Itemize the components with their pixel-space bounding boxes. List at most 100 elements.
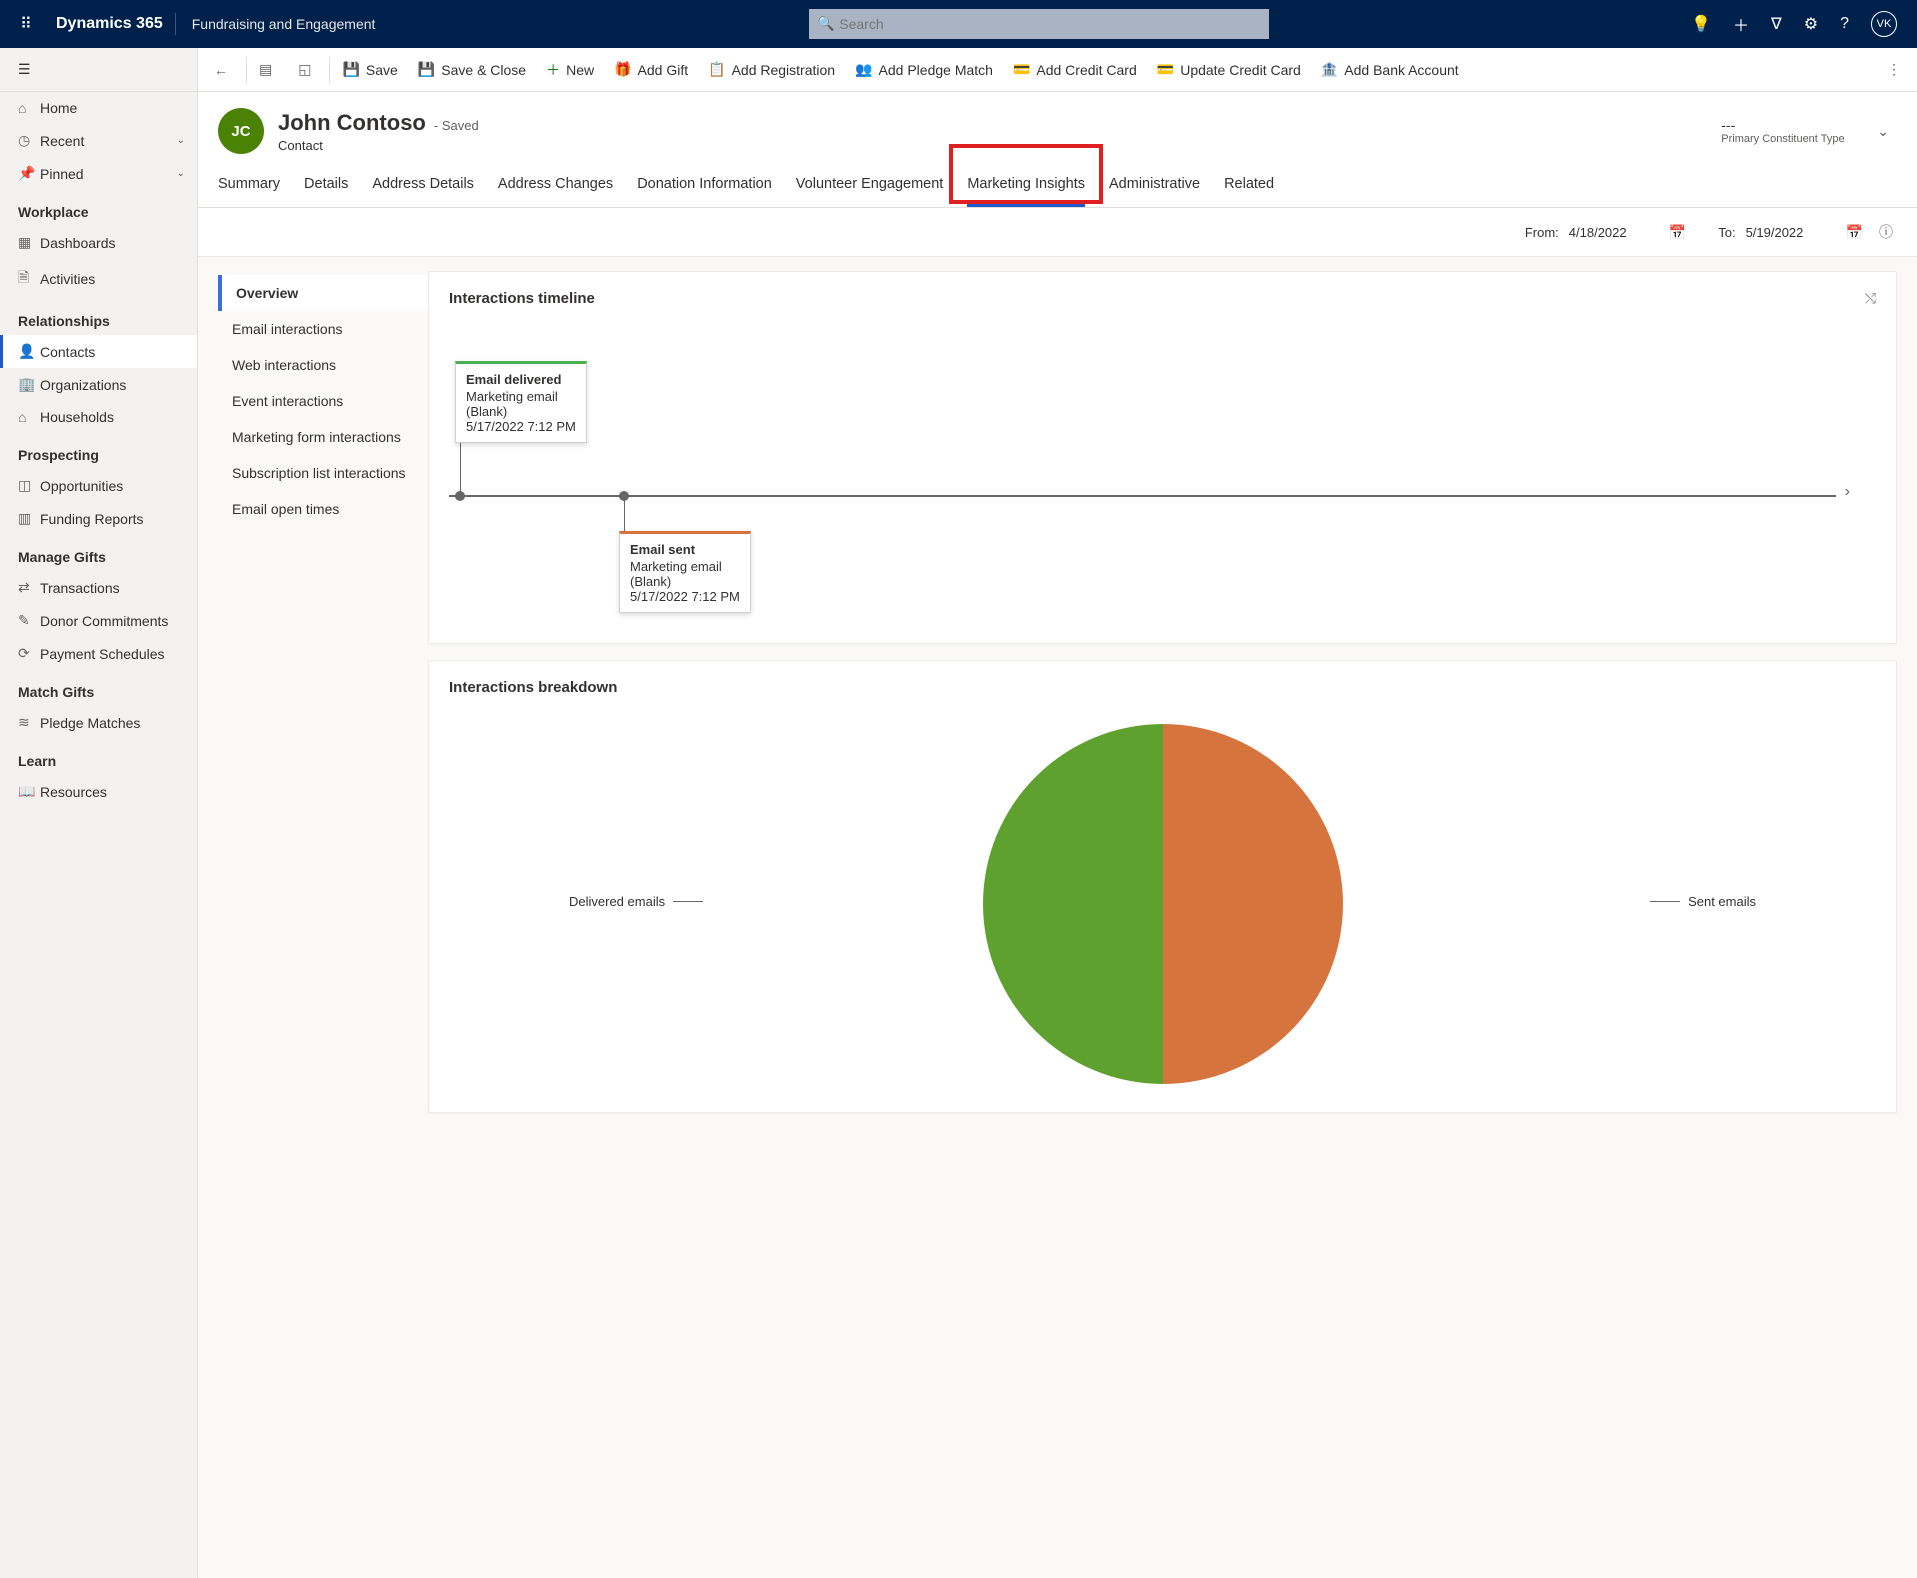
nav-donor-commitments[interactable]: ✎Donor Commitments [0, 604, 197, 637]
help-icon[interactable]: ? [1840, 15, 1849, 33]
dashboard-icon: ▦ [18, 234, 40, 251]
tab-administrative[interactable]: Administrative [1109, 170, 1200, 207]
nav-organizations[interactable]: 🏢Organizations [0, 368, 197, 401]
nav-label: Contacts [40, 344, 95, 360]
tl-event-title: Email delivered [466, 372, 576, 387]
tab-address-details[interactable]: Address Details [372, 170, 474, 207]
nav-households[interactable]: ⌂Households [0, 401, 197, 433]
app-launcher-icon[interactable]: ⠿ [8, 14, 44, 34]
search-icon: 🔍 [817, 15, 834, 32]
nav-transactions[interactable]: ⇄Transactions [0, 571, 197, 604]
add-pledge-match-button[interactable]: 👥Add Pledge Match [845, 48, 1003, 92]
save-close-button[interactable]: 💾Save & Close [408, 48, 536, 92]
nav-label: Recent [40, 133, 84, 149]
calendar-icon[interactable]: 📅 [1846, 224, 1863, 241]
primary-constituent-type-field[interactable]: --- Primary Constituent Type [1721, 117, 1861, 145]
nav-label: Resources [40, 784, 107, 800]
nav-payment-schedules[interactable]: ⟳Payment Schedules [0, 637, 197, 670]
lightbulb-icon[interactable]: 💡 [1691, 14, 1711, 34]
to-date-value[interactable]: 5/19/2022 [1746, 225, 1836, 240]
calendar-icon[interactable]: 📅 [1669, 224, 1686, 241]
timeline-next-button[interactable]: › [1845, 483, 1850, 501]
nav-label: Dashboards [40, 235, 116, 251]
tl-event-line: Marketing email [466, 389, 576, 404]
nav-heading-prospecting: Prospecting [0, 433, 197, 469]
tab-details[interactable]: Details [304, 170, 348, 207]
subnav-event-interactions[interactable]: Event interactions [218, 383, 428, 419]
subnav-marketing-form-interactions[interactable]: Marketing form interactions [218, 419, 428, 455]
brand-name[interactable]: Dynamics 365 [44, 15, 175, 33]
tl-event-line: Marketing email [630, 559, 740, 574]
tab-related[interactable]: Related [1224, 170, 1274, 207]
cb-label: Add Gift [638, 62, 689, 78]
cb-label: New [566, 62, 594, 78]
tab-address-changes[interactable]: Address Changes [498, 170, 613, 207]
pie-chart [983, 724, 1343, 1084]
shuffle-icon[interactable]: ⤭ [1865, 290, 1876, 307]
record-list-button[interactable]: ▤ [249, 48, 288, 92]
nav-opportunities[interactable]: ◫Opportunities [0, 469, 197, 502]
recent-icon: ◷ [18, 132, 40, 149]
nav-contacts[interactable]: 👤Contacts [0, 335, 197, 368]
insight-subnav: Overview Email interactions Web interact… [218, 257, 428, 1113]
add-credit-card-button[interactable]: 💳Add Credit Card [1003, 48, 1147, 92]
clipboard-icon: 📋 [708, 61, 725, 78]
new-button[interactable]: ＋New [536, 48, 604, 92]
update-credit-card-button[interactable]: 💳Update Credit Card [1147, 48, 1311, 92]
record-avatar: JC [218, 108, 264, 154]
back-button[interactable]: ← [204, 48, 244, 92]
subnav-web-interactions[interactable]: Web interactions [218, 347, 428, 383]
saved-indicator: - Saved [434, 118, 479, 133]
more-commands-button[interactable]: ⋮ [1877, 61, 1911, 78]
nav-label: Households [40, 409, 114, 425]
nav-label: Organizations [40, 377, 126, 393]
nav-activities[interactable]: 🗎Activities [0, 259, 197, 299]
module-name[interactable]: Fundraising and Engagement [180, 16, 388, 32]
timeline-connector [624, 497, 625, 533]
nav-recent[interactable]: ◷Recent⌄ [0, 124, 197, 157]
nav-funding-reports[interactable]: ▥Funding Reports [0, 502, 197, 535]
subnav-email-open-times[interactable]: Email open times [218, 491, 428, 527]
hamburger-button[interactable]: ☰ [0, 48, 197, 92]
timeline-event-delivered[interactable]: Email delivered Marketing email (Blank) … [455, 361, 587, 443]
save-button[interactable]: 💾Save [332, 48, 407, 92]
nav-resources[interactable]: 📖Resources [0, 775, 197, 808]
add-bank-account-button[interactable]: 🏦Add Bank Account [1311, 48, 1469, 92]
tab-volunteer-engagement[interactable]: Volunteer Engagement [796, 170, 944, 207]
settings-icon[interactable]: ⚙ [1804, 14, 1818, 34]
global-search-input[interactable] [809, 9, 1269, 39]
nav-label: Payment Schedules [40, 646, 165, 662]
timeline-event-sent[interactable]: Email sent Marketing email (Blank) 5/17/… [619, 531, 751, 613]
info-icon[interactable]: ⓘ [1879, 222, 1893, 242]
left-nav: ☰ ⌂Home ◷Recent⌄ 📌Pinned⌄ Workplace ▦Das… [0, 48, 198, 1578]
from-label: From: [1525, 225, 1559, 240]
tl-event-ts: 5/17/2022 7:12 PM [466, 419, 576, 434]
card-icon: 💳 [1013, 61, 1030, 78]
people-icon: 👥 [855, 61, 872, 78]
to-label: To: [1718, 225, 1735, 240]
nav-pledge-matches[interactable]: ≋Pledge Matches [0, 706, 197, 739]
filter-icon[interactable]: ∇ [1771, 14, 1782, 34]
subnav-email-interactions[interactable]: Email interactions [218, 311, 428, 347]
add-icon[interactable]: ＋ [1733, 12, 1749, 36]
user-avatar[interactable]: VK [1871, 11, 1897, 37]
tab-marketing-insights[interactable]: Marketing Insights [967, 170, 1085, 207]
home-icon: ⌂ [18, 100, 40, 116]
tab-summary[interactable]: Summary [218, 170, 280, 207]
nav-dashboards[interactable]: ▦Dashboards [0, 226, 197, 259]
subnav-subscription-list-interactions[interactable]: Subscription list interactions [218, 455, 428, 491]
add-registration-button[interactable]: 📋Add Registration [698, 48, 845, 92]
nav-pinned[interactable]: 📌Pinned⌄ [0, 157, 197, 190]
tab-donation-information[interactable]: Donation Information [637, 170, 772, 207]
chevron-down-icon: ⌄ [177, 168, 185, 179]
open-new-window-button[interactable]: ◱ [288, 48, 327, 92]
contact-icon: 👤 [18, 343, 40, 360]
nav-home[interactable]: ⌂Home [0, 92, 197, 124]
date-filter-bar: From: 4/18/2022 📅 To: 5/19/2022 📅 ⓘ [198, 208, 1917, 257]
from-date-value[interactable]: 4/18/2022 [1569, 225, 1659, 240]
nav-heading-match-gifts: Match Gifts [0, 670, 197, 706]
header-expand-button[interactable]: ⌄ [1869, 117, 1897, 146]
activities-icon: 🗎 [18, 267, 40, 291]
subnav-overview[interactable]: Overview [218, 275, 428, 311]
add-gift-button[interactable]: 🎁Add Gift [604, 48, 698, 92]
